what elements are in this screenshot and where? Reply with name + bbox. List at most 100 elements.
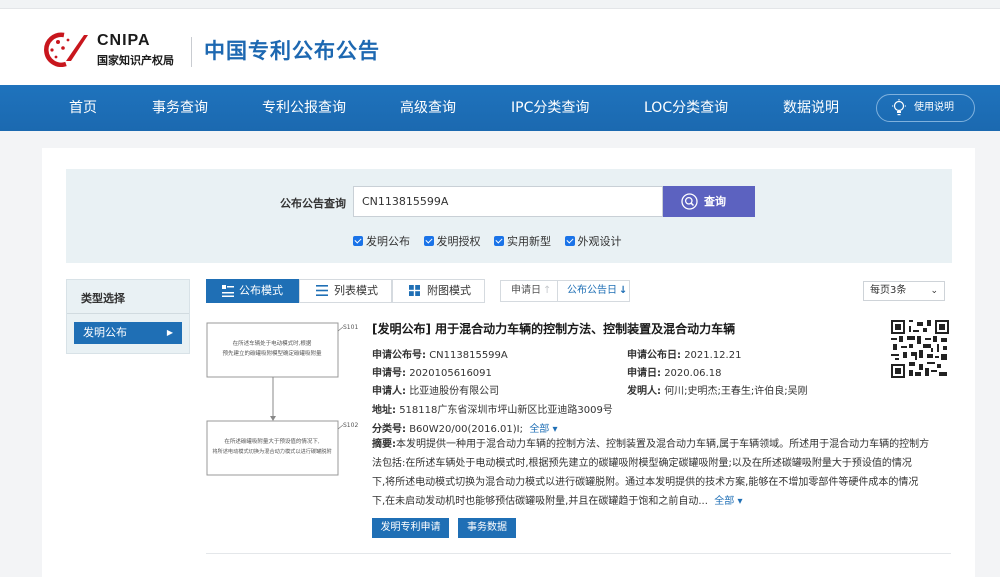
site-header: CNIPA 国家知识产权局 中国专利公布公告 (0, 9, 1000, 85)
abstract-label: 摘要: (372, 439, 396, 450)
nav-ipc-query[interactable]: IPC分类查询 (511, 85, 589, 131)
figure-box1-line2: 预先建立的碳罐吸附模型确定碳罐吸附量 (222, 349, 322, 357)
abstract-line: 摘要:本发明提供一种用于混合动力车辆的控制方法、控制装置及混合动力车辆,属于车辆… (372, 435, 946, 454)
sort-by-application-date[interactable]: 申请日 ↑ (511, 281, 551, 301)
filter-label: 外观设计 (577, 235, 622, 248)
checkbox-checked-icon[interactable] (494, 236, 504, 246)
per-page-value: 每页3条 (870, 285, 907, 296)
browser-tab-strip (0, 0, 1000, 9)
filter-design[interactable]: 外观设计 (564, 233, 622, 249)
search-area: 公布公告查询 查询 发明公布 发明授权 实用新型 外观设计 (66, 169, 952, 263)
tab-label: 列表模式 (334, 284, 378, 297)
figure-box2-line2: 将所述电动模式切换为混合动力模式以进行碳罐脱附 (212, 447, 331, 455)
caret-down-icon: ▾ (737, 496, 743, 507)
field-value: 何川;史明杰;王春生;许伯良;吴刚 (664, 386, 808, 397)
field-label: 地址: (372, 405, 396, 416)
sort-divider (557, 281, 558, 301)
logo-text-cn: 国家知识产权局 (97, 54, 174, 67)
show-all-label: 全部 (714, 496, 735, 507)
nav-advanced-query[interactable]: 高级查询 (400, 85, 456, 131)
help-button-label: 使用说明 (914, 102, 954, 113)
chevron-down-icon: ⌄ (930, 286, 938, 296)
checkbox-checked-icon[interactable] (353, 236, 363, 246)
sort-label: 公布公告日 (567, 285, 617, 296)
field-application-number: 申请号: 2020105616091 (372, 364, 492, 379)
nav-loc-query[interactable]: LOC分类查询 (644, 85, 728, 131)
field-value: 2020.06.18 (664, 368, 722, 379)
result-title[interactable]: [发明公布] 用于混合动力车辆的控制方法、控制装置及混合动力车辆 (372, 320, 735, 337)
sidebar-item-invention-publication[interactable]: 发明公布 ▶ (74, 322, 182, 344)
nav-home[interactable]: 首页 (69, 85, 97, 131)
main-nav: 首页 事务查询 专利公报查询 高级查询 IPC分类查询 LOC分类查询 数据说明… (0, 85, 1000, 131)
figure-box1-line1: 在所述车辆处于电动模式时,根据 (233, 339, 312, 347)
result-divider (206, 553, 951, 554)
arrow-up-icon: ↑ (543, 285, 552, 296)
filter-invention-publication[interactable]: 发明公布 (353, 233, 410, 249)
search-label: 公布公告查询 (280, 197, 346, 210)
nav-gazette-query[interactable]: 专利公报查询 (262, 85, 346, 131)
field-label: 申请公布日: (627, 350, 681, 361)
figure-label-s102: S102 (343, 422, 358, 429)
field-label: 申请日: (627, 368, 661, 379)
help-button[interactable]: 使用说明 (876, 94, 975, 122)
patent-figure-thumbnail[interactable]: 在所述车辆处于电动模式时,根据 预先建立的碳罐吸附模型确定碳罐吸附量 S101 … (206, 321, 360, 479)
list-view-icon (316, 285, 328, 296)
search-button-label: 查询 (704, 195, 726, 208)
abstract-line: 法包括:在所述车辆处于电动模式时,根据预先建立的碳罐吸附模型确定碳罐吸附量;以及… (372, 458, 912, 469)
field-label: 申请号: (372, 368, 406, 379)
field-value: 2021.12.21 (684, 350, 742, 361)
search-icon (681, 193, 698, 210)
field-inventor: 发明人: 何川;史明杰;王春生;许伯良;吴刚 (627, 382, 808, 397)
abstract-text: 下,在未启动发动机时也能够预估碳罐吸附量,并且在碳罐趋于饱和之前自动... (372, 496, 708, 507)
field-address: 地址: 518118广东省深圳市坪山新区比亚迪路3009号 (372, 401, 613, 416)
filter-utility-model[interactable]: 实用新型 (494, 233, 551, 249)
field-classification: 分类号: B60W20/00(2016.01)I; 全部 ▾ (372, 420, 558, 435)
tab-list-mode[interactable]: 列表模式 (299, 279, 392, 303)
sort-by-publication-date[interactable]: 公布公告日 ↓ (567, 281, 627, 301)
invention-application-button[interactable]: 发明专利申请 (372, 518, 449, 538)
tab-label: 公布模式 (239, 284, 283, 297)
lightbulb-icon (892, 99, 906, 116)
per-page-select[interactable]: 每页3条 ⌄ (863, 281, 945, 301)
nav-data-info[interactable]: 数据说明 (783, 85, 839, 131)
field-label: 发明人: (627, 386, 661, 397)
search-input[interactable] (353, 186, 663, 217)
arrow-down-icon: ↓ (619, 285, 628, 296)
type-sidebar: 类型选择 发明公布 ▶ (66, 279, 190, 354)
result-abstract: 摘要:本发明提供一种用于混合动力车辆的控制方法、控制装置及混合动力车辆,属于车辆… (372, 435, 946, 511)
classification-show-all-link[interactable]: 全部 ▾ (529, 424, 557, 435)
filter-invention-grant[interactable]: 发明授权 (423, 233, 481, 249)
sidebar-divider (67, 313, 189, 314)
field-value: 比亚迪股份有限公司 (409, 386, 500, 397)
qr-code-icon (891, 320, 949, 378)
figure-label-s101: S101 (343, 324, 358, 331)
abstract-text: 本发明提供一种用于混合动力车辆的控制方法、控制装置及混合动力车辆,属于车辆领域。… (396, 439, 930, 450)
field-application-date: 申请日: 2020.06.18 (627, 364, 721, 379)
field-value: 518118广东省深圳市坪山新区比亚迪路3009号 (399, 405, 613, 416)
field-publication-number: 申请公布号: CN113815599A (372, 346, 508, 361)
search-button[interactable]: 查询 (663, 186, 755, 217)
main-panel: 公布公告查询 查询 发明公布 发明授权 实用新型 外观设计 类型选择 发明公布 … (42, 148, 975, 577)
sidebar-item-label: 发明公布 (83, 326, 127, 339)
show-all-label: 全部 (529, 424, 550, 435)
affairs-data-button[interactable]: 事务数据 (458, 518, 516, 538)
logo-text-en: CNIPA (97, 32, 151, 49)
tab-publication-mode[interactable]: 公布模式 (206, 279, 299, 303)
tab-figure-mode[interactable]: 附图模式 (392, 279, 485, 303)
filter-label: 实用新型 (507, 235, 551, 248)
nav-affairs-query[interactable]: 事务查询 (152, 85, 208, 131)
abstract-show-all-link[interactable]: 全部 ▾ (714, 496, 742, 507)
cnipa-logo-icon (44, 32, 88, 67)
grid-view-icon (409, 285, 420, 296)
filter-label: 发明公布 (366, 235, 410, 248)
field-applicant: 申请人: 比亚迪股份有限公司 (372, 382, 499, 397)
figure-box2-line1: 在所述碳罐吸附量大于预设值的情况下, (224, 437, 320, 445)
site-title[interactable]: 中国专利公布公告 (204, 35, 380, 65)
sidebar-title: 类型选择 (81, 292, 125, 305)
chevron-right-icon: ▶ (166, 328, 173, 337)
sort-controls: 申请日 ↑ 公布公告日 ↓ (500, 280, 630, 302)
checkbox-checked-icon[interactable] (564, 236, 575, 246)
logo-divider (191, 37, 192, 67)
checkbox-checked-icon[interactable] (423, 236, 434, 246)
field-publication-date: 申请公布日: 2021.12.21 (627, 346, 741, 361)
